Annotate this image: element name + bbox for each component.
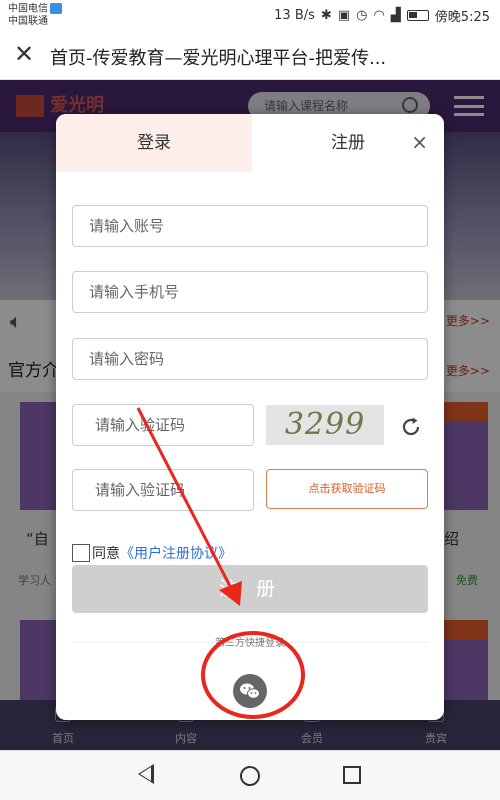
close-page-icon[interactable]: ✕	[14, 40, 34, 68]
wechat-icon	[240, 683, 260, 699]
bluetooth-icon: ✱	[320, 8, 332, 23]
tab-login[interactable]: 登录	[56, 114, 252, 172]
alarm-icon: ◷	[356, 8, 368, 23]
refresh-icon[interactable]	[400, 416, 422, 438]
page-title: 首页-传爱教育—爱光明心理平台-把爱传...	[50, 48, 387, 69]
network-speed: 13 B/s	[274, 8, 315, 23]
clock: 傍晚5:25	[434, 10, 490, 25]
agreement-row: 同意 《用户注册协议》	[72, 543, 232, 563]
nfc-icon: ▣	[337, 8, 351, 23]
recents-icon[interactable]	[343, 766, 361, 784]
third-party-login-label: 第三方快捷登录	[215, 638, 285, 649]
status-bar: 中国电信 中国联通 13 B/s ✱ ▣ ◷ ◠ ▟ 傍晚5:25	[0, 0, 500, 30]
password-input[interactable]: 请输入密码	[72, 338, 428, 380]
back-icon[interactable]	[138, 764, 154, 784]
carrier-icon	[50, 3, 62, 14]
get-sms-code-button[interactable]: 点击获取验证码	[266, 469, 428, 509]
captcha-image[interactable]: 3299	[266, 405, 384, 445]
agreement-link[interactable]: 《用户注册协议》	[120, 543, 232, 563]
status-right: 13 B/s ✱ ▣ ◷ ◠ ▟ 傍晚5:25	[274, 6, 490, 25]
carrier-1: 中国电信	[8, 3, 48, 15]
agree-prefix: 同意	[92, 546, 120, 562]
wechat-login-button[interactable]	[233, 674, 267, 708]
battery-icon	[406, 10, 429, 21]
signal-icon: ▟	[390, 8, 401, 23]
carrier-2: 中国联通	[8, 15, 48, 27]
sms-code-input[interactable]: 请输入验证码	[72, 469, 254, 511]
login-register-modal: 登录 注册 × 请输入账号 请输入手机号 请输入密码 请输入验证码 3299 请…	[56, 114, 444, 720]
phone-input[interactable]: 请输入手机号	[72, 271, 428, 313]
wifi-icon: ◠	[373, 8, 385, 23]
home-button-icon[interactable]	[240, 766, 260, 786]
modal-tabs: 登录 注册 ×	[56, 114, 444, 172]
captcha-input[interactable]: 请输入验证码	[72, 404, 254, 446]
browser-title-bar: ✕ 首页-传爱教育—爱光明心理平台-把爱传...	[0, 30, 500, 80]
account-input[interactable]: 请输入账号	[72, 205, 428, 247]
carrier-info: 中国电信 中国联通	[8, 3, 62, 28]
register-button[interactable]: 注 册	[72, 565, 428, 613]
close-icon[interactable]: ×	[411, 130, 428, 154]
agree-checkbox[interactable]	[72, 544, 90, 562]
android-nav-bar	[0, 750, 500, 800]
